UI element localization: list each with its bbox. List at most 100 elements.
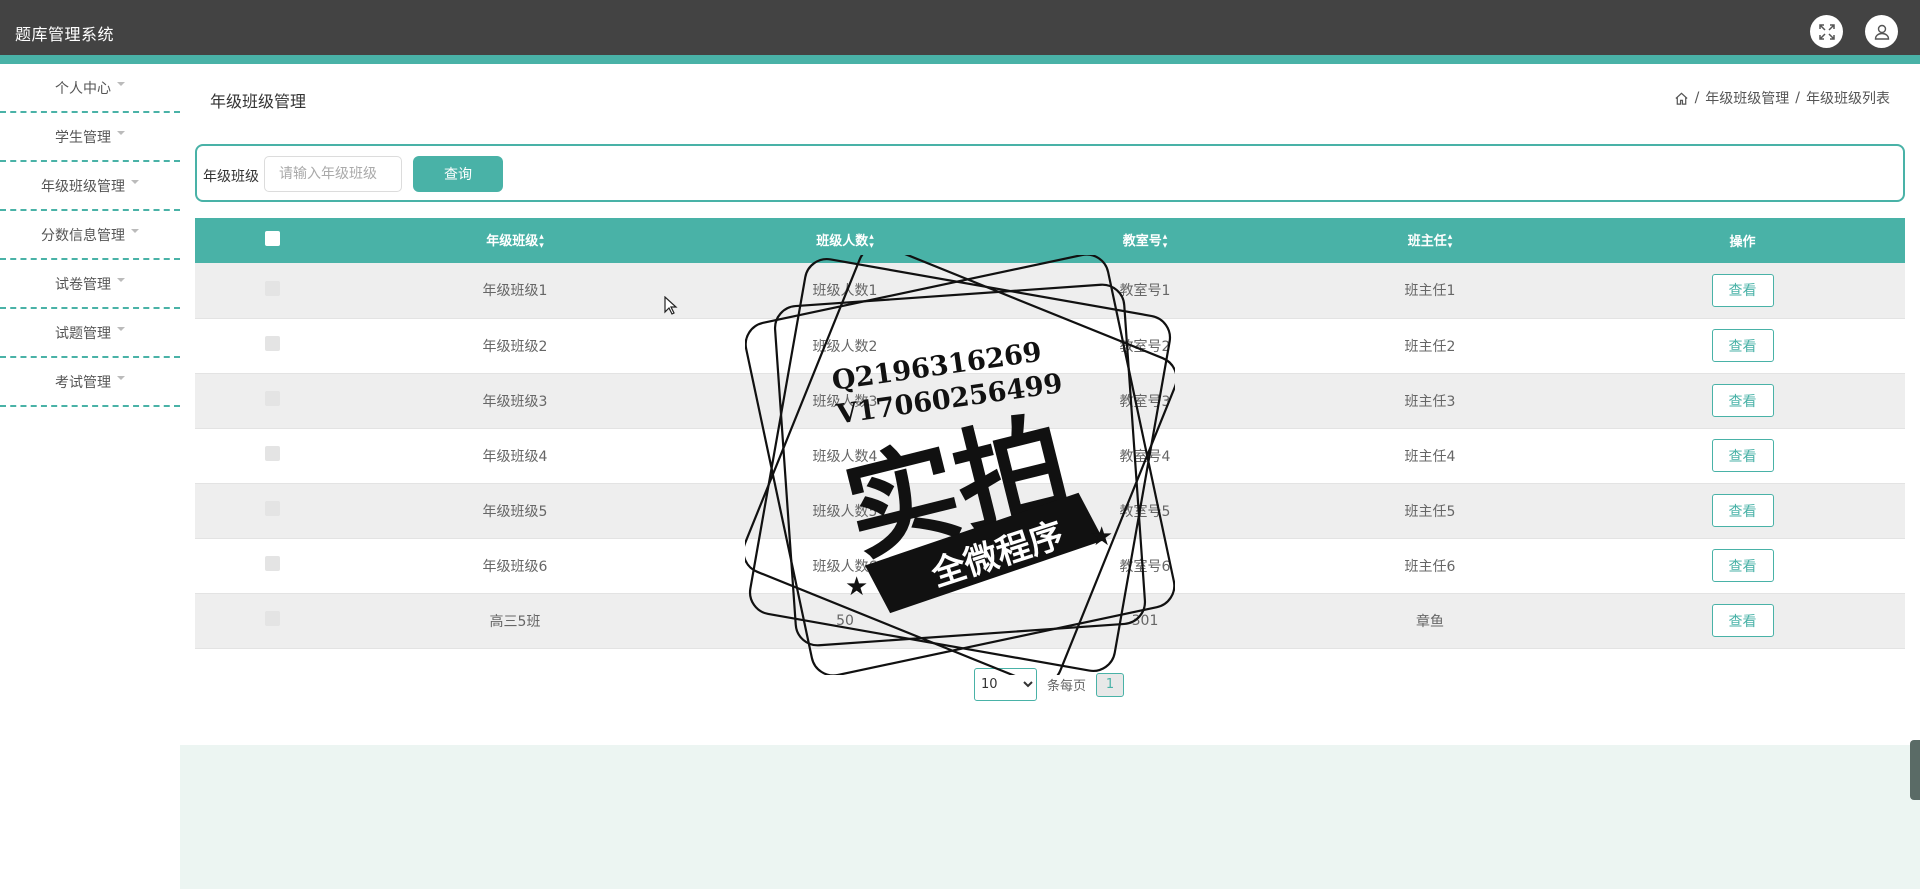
row-select-cell bbox=[195, 593, 350, 649]
sort-icon[interactable]: ▴ ▾ bbox=[1448, 232, 1453, 251]
search-label: 年级班级 bbox=[203, 169, 259, 185]
table-cell: 班主任6 bbox=[1280, 538, 1580, 594]
column-header-teacher[interactable]: 班主任▴ ▾ bbox=[1280, 218, 1580, 263]
table-cell: 查看 bbox=[1580, 593, 1905, 649]
row-checkbox[interactable] bbox=[265, 556, 280, 571]
column-header-label: 操作 bbox=[1729, 235, 1756, 250]
row-select-cell bbox=[195, 263, 350, 319]
table-cell: 查看 bbox=[1580, 318, 1905, 374]
table-cell: 章鱼 bbox=[1280, 593, 1580, 649]
star-icon: ★ bbox=[1090, 522, 1113, 552]
top-bar: 题库管理系统 bbox=[0, 0, 1920, 55]
row-select-cell bbox=[195, 428, 350, 484]
table-cell: 年级班级1 bbox=[350, 263, 680, 319]
select-all-cell bbox=[195, 218, 350, 263]
sort-icon[interactable]: ▴ ▾ bbox=[1163, 232, 1168, 251]
search-panel: 年级班级 查询 bbox=[195, 144, 1905, 202]
table-cell: 年级班级3 bbox=[350, 373, 680, 429]
fullscreen-button[interactable] bbox=[1810, 15, 1843, 48]
sidebar-item-papers[interactable]: 试卷管理 bbox=[0, 260, 180, 309]
breadcrumb-separator: / bbox=[1795, 90, 1800, 106]
sidebar-item-personal-center[interactable]: 个人中心 bbox=[0, 64, 180, 113]
home-icon[interactable] bbox=[1674, 91, 1689, 106]
sidebar-item-label: 试题管理 bbox=[55, 325, 111, 342]
table-cell: 班主任1 bbox=[1280, 263, 1580, 319]
row-checkbox[interactable] bbox=[265, 446, 280, 461]
breadcrumb-separator: / bbox=[1694, 90, 1700, 106]
caret-down-icon bbox=[117, 375, 125, 380]
table-cell: 查看 bbox=[1580, 263, 1905, 319]
caret-down-icon bbox=[131, 179, 139, 184]
table-cell: 年级班级5 bbox=[350, 483, 680, 539]
side-drawer-handle[interactable] bbox=[1910, 740, 1920, 800]
sort-icon[interactable]: ▴ ▾ bbox=[539, 232, 544, 251]
view-button[interactable]: 查看 bbox=[1711, 329, 1774, 362]
table-cell: 班主任4 bbox=[1280, 428, 1580, 484]
accent-bar bbox=[0, 55, 1920, 64]
table-cell: 班主任2 bbox=[1280, 318, 1580, 374]
view-button[interactable]: 查看 bbox=[1711, 604, 1774, 637]
row-select-cell bbox=[195, 538, 350, 594]
column-header-label: 班级人数 bbox=[816, 234, 869, 250]
caret-down-icon bbox=[117, 130, 125, 135]
sidebar-item-grade-class[interactable]: 年级班级管理 bbox=[0, 162, 180, 211]
caret-down-icon bbox=[117, 277, 125, 282]
sidebar-item-questions[interactable]: 试题管理 bbox=[0, 309, 180, 358]
watermark-stamp: Q2196316269 V17060256499 实拍 全微程序 ★ ★ bbox=[745, 255, 1175, 675]
table-cell: 年级班级6 bbox=[350, 538, 680, 594]
user-icon bbox=[1874, 24, 1889, 40]
sidebar: 个人中心 学生管理 年级班级管理 分数信息管理 试卷管理 试题管理 考试管理 bbox=[0, 64, 180, 407]
row-select-cell bbox=[195, 373, 350, 429]
table-cell: 查看 bbox=[1580, 373, 1905, 429]
row-checkbox[interactable] bbox=[265, 391, 280, 406]
sort-icon[interactable]: ▴ ▾ bbox=[869, 232, 874, 251]
sidebar-item-label: 分数信息管理 bbox=[41, 227, 125, 244]
caret-down-icon bbox=[117, 326, 125, 331]
page-title: 年级班级管理 bbox=[210, 92, 307, 111]
sidebar-item-label: 个人中心 bbox=[55, 80, 111, 97]
table-cell: 查看 bbox=[1580, 483, 1905, 539]
column-header-actions: 操作 bbox=[1580, 218, 1905, 263]
table-cell: 高三5班 bbox=[350, 593, 680, 649]
search-button[interactable]: 查询 bbox=[413, 156, 503, 192]
caret-down-icon bbox=[131, 228, 139, 233]
sidebar-item-scores[interactable]: 分数信息管理 bbox=[0, 211, 180, 260]
caret-down-icon bbox=[117, 81, 125, 86]
table-cell: 班主任5 bbox=[1280, 483, 1580, 539]
row-select-cell bbox=[195, 483, 350, 539]
row-checkbox[interactable] bbox=[265, 611, 280, 626]
user-button[interactable] bbox=[1865, 15, 1898, 48]
view-button[interactable]: 查看 bbox=[1711, 273, 1774, 307]
search-input[interactable] bbox=[264, 156, 402, 192]
footer-area bbox=[180, 745, 1920, 889]
breadcrumb-item[interactable]: 年级班级管理 bbox=[1705, 88, 1789, 108]
row-checkbox[interactable] bbox=[265, 501, 280, 516]
row-checkbox[interactable] bbox=[265, 336, 280, 351]
sidebar-item-label: 学生管理 bbox=[55, 129, 111, 146]
page-number-button[interactable]: 1 bbox=[1096, 672, 1125, 697]
view-button[interactable]: 查看 bbox=[1711, 439, 1774, 472]
view-button[interactable]: 查看 bbox=[1711, 494, 1774, 527]
column-header-label: 班主任 bbox=[1407, 234, 1447, 250]
sidebar-item-label: 考试管理 bbox=[55, 374, 111, 391]
breadcrumb: / 年级班级管理 / 年级班级列表 bbox=[1674, 88, 1890, 108]
column-header-label: 年级班级 bbox=[486, 234, 539, 250]
row-checkbox[interactable] bbox=[265, 280, 280, 296]
sidebar-item-students[interactable]: 学生管理 bbox=[0, 113, 180, 162]
view-button[interactable]: 查看 bbox=[1711, 549, 1774, 582]
fullscreen-icon bbox=[1818, 23, 1835, 40]
sidebar-item-label: 试卷管理 bbox=[55, 276, 111, 293]
cursor-icon bbox=[664, 296, 678, 315]
column-header-grade-class[interactable]: 年级班级▴ ▾ bbox=[350, 218, 680, 263]
select-all-checkbox[interactable] bbox=[265, 231, 280, 246]
row-select-cell bbox=[195, 318, 350, 374]
table-cell: 班主任3 bbox=[1280, 373, 1580, 429]
table-cell: 年级班级2 bbox=[350, 318, 680, 374]
table-cell: 查看 bbox=[1580, 428, 1905, 484]
star-icon: ★ bbox=[845, 572, 868, 602]
view-button[interactable]: 查看 bbox=[1711, 384, 1774, 417]
breadcrumb-item: 年级班级列表 bbox=[1806, 91, 1890, 107]
column-header-label: 教室号 bbox=[1122, 234, 1162, 250]
sidebar-item-exams[interactable]: 考试管理 bbox=[0, 358, 180, 407]
table-cell: 年级班级4 bbox=[350, 428, 680, 484]
